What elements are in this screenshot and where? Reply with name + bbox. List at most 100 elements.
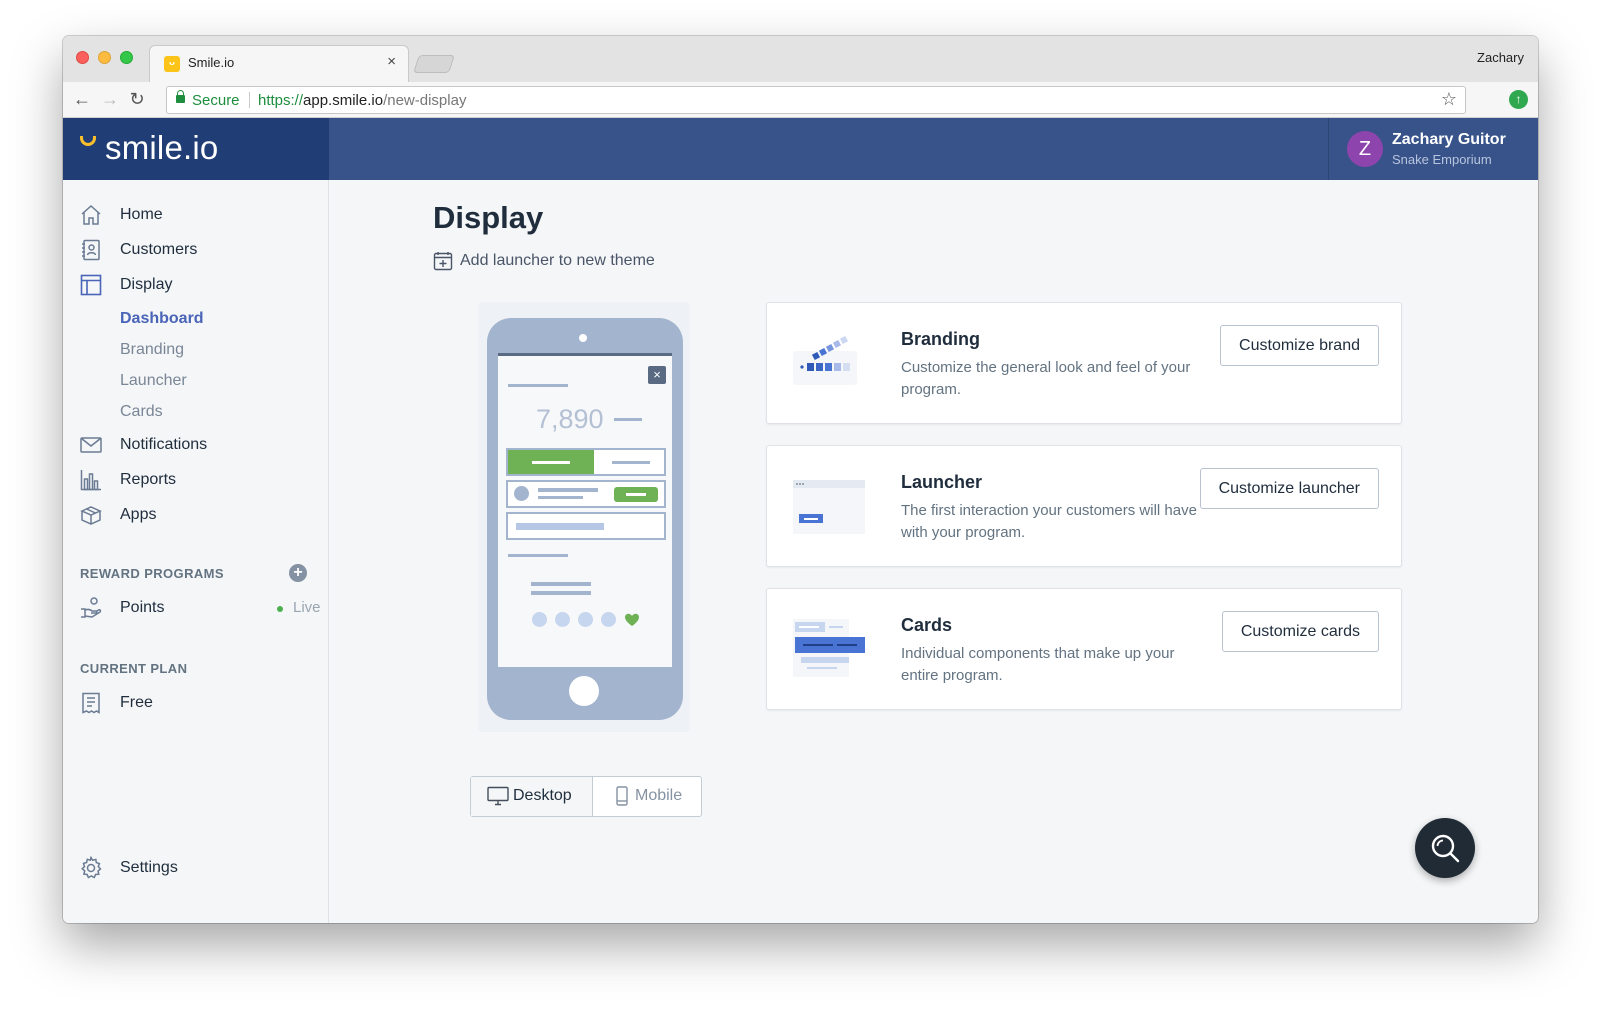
gear-icon [79, 855, 103, 880]
reward-programs-heading: REWARD PROGRAMS [80, 566, 224, 581]
launcher-card: Launcher The first interaction your cust… [766, 445, 1402, 567]
preview-line [532, 461, 570, 464]
card-title: Branding [901, 329, 980, 349]
url-host: app.smile.io [303, 92, 384, 109]
preview-line [538, 488, 598, 492]
secure-label: Secure [192, 92, 240, 109]
preview-row-dot [514, 486, 529, 501]
home-icon [79, 203, 103, 227]
box-icon [79, 503, 103, 527]
sidebar-item-home[interactable]: Home [79, 202, 315, 230]
sidebar-item-reports[interactable]: Reports [79, 467, 315, 495]
mobile-phone-icon [611, 786, 633, 806]
user-menu[interactable]: Z Zachary Guitor Snake Emporium [1328, 118, 1538, 180]
store-name: Snake Emporium [1392, 152, 1492, 167]
preview-close-icon: × [648, 366, 666, 384]
sidebar-subitem-dashboard[interactable]: Dashboard [120, 310, 204, 328]
sidebar-item-customers[interactable]: Customers [79, 237, 315, 265]
browser-profile-name[interactable]: Zachary [1477, 50, 1524, 65]
add-program-icon[interactable]: + [289, 564, 307, 582]
maximize-window-button[interactable] [120, 51, 133, 64]
preview-row-box [506, 480, 666, 508]
sidebar-item-label: Apps [120, 506, 157, 523]
card-description: Customize the general look and feel of y… [901, 359, 1191, 398]
cards-card: Cards Individual components that make up… [766, 588, 1402, 710]
address-bar[interactable]: Secure https://app.smile.io/new-display … [166, 86, 1466, 114]
smile-favicon-icon: ᴗ [164, 56, 180, 72]
cards-illustration [789, 617, 865, 681]
preview-points-value: 7,890 [536, 404, 604, 434]
live-status-dot [277, 606, 283, 612]
sidebar-subitem-branding[interactable]: Branding [120, 341, 184, 359]
device-toggle: Desktop Mobile [470, 776, 702, 817]
preview-line [516, 523, 604, 530]
close-window-button[interactable] [76, 51, 89, 64]
color-swatch-illustration [789, 331, 865, 395]
sidebar-item-display[interactable]: Display [79, 272, 315, 300]
preview-line [508, 554, 568, 557]
tab-title: Smile.io [188, 55, 235, 70]
user-name: Zachary Guitor [1392, 131, 1506, 148]
preview-line [614, 418, 642, 421]
preview-dot [532, 612, 547, 627]
sidebar-item-label: Customers [120, 241, 198, 258]
preview-tab-box [506, 448, 666, 476]
reload-icon[interactable]: ↻ [126, 88, 148, 110]
url-scheme: https:// [258, 92, 304, 109]
sidebar-item-settings[interactable]: Settings [79, 855, 315, 883]
phone-camera-dot [579, 334, 587, 342]
help-search-button[interactable] [1415, 818, 1475, 878]
sidebar-item-notifications[interactable]: Notifications [79, 432, 315, 460]
sidebar-item-label: Free [120, 694, 153, 711]
main-content: Display Add launcher to new theme × 7,89… [330, 180, 1538, 923]
preview-dot [555, 612, 570, 627]
sidebar-item-apps[interactable]: Apps [79, 502, 315, 530]
preview-line [612, 461, 650, 464]
sidebar-subitem-launcher[interactable]: Launcher [120, 372, 187, 390]
search-icon [1431, 834, 1460, 863]
desktop-toggle-button[interactable]: Desktop [471, 777, 593, 816]
smile-logo-icon [80, 136, 96, 146]
tab-strip: ᴗ Smile.io × Zachary [63, 36, 1538, 82]
sidebar: Home Customers Display Dashboard Brandin… [63, 180, 329, 923]
mobile-toggle-label: Mobile [635, 787, 683, 804]
logo-text: smile.io [105, 129, 219, 166]
browser-window: ᴗ Smile.io × Zachary ← → ↻ Secure https:… [63, 36, 1538, 923]
customize-brand-button[interactable]: Customize brand [1220, 325, 1379, 366]
customize-launcher-button[interactable]: Customize launcher [1199, 468, 1379, 509]
logo[interactable]: smile.io [63, 118, 329, 180]
receipt-icon [79, 691, 103, 715]
url-path: /new-display [383, 92, 467, 109]
sidebar-item-label: Home [120, 206, 163, 223]
bookmark-star-icon[interactable]: ☆ [1441, 89, 1457, 110]
current-plan-heading: CURRENT PLAN [80, 661, 188, 676]
preview-line [626, 493, 646, 496]
sidebar-item-plan[interactable]: Free [79, 690, 315, 718]
sidebar-item-label: Notifications [120, 436, 208, 453]
tab-close-icon[interactable]: × [387, 53, 396, 70]
browser-tab[interactable]: ᴗ Smile.io × [149, 45, 409, 82]
preview-row-box [506, 512, 666, 540]
card-description: Individual components that make up your … [901, 645, 1175, 684]
customize-cards-button[interactable]: Customize cards [1221, 611, 1379, 652]
card-title: Launcher [901, 472, 983, 492]
mobile-toggle-button[interactable]: Mobile [593, 777, 701, 816]
customers-icon [79, 238, 103, 262]
new-tab-button[interactable] [413, 55, 455, 73]
sidebar-subitem-cards[interactable]: Cards [120, 403, 163, 421]
phone-home-button [569, 676, 599, 706]
url-text[interactable]: https://app.smile.io/new-display [258, 92, 466, 109]
extension-icon[interactable]: ↑ [1509, 90, 1528, 109]
minimize-window-button[interactable] [98, 51, 111, 64]
forward-arrow-icon[interactable]: → [99, 88, 121, 110]
sidebar-item-label: Display [120, 276, 173, 293]
back-arrow-icon[interactable]: ← [71, 88, 93, 110]
envelope-icon [79, 433, 103, 457]
preview-dot [601, 612, 616, 627]
sidebar-item-label: Reports [120, 471, 177, 488]
add-launcher-label: Add launcher to new theme [460, 252, 655, 269]
desktop-toggle-label: Desktop [513, 787, 572, 804]
card-title: Cards [901, 615, 953, 635]
launcher-illustration [789, 474, 865, 538]
sidebar-item-points[interactable]: Points Live [79, 595, 321, 623]
